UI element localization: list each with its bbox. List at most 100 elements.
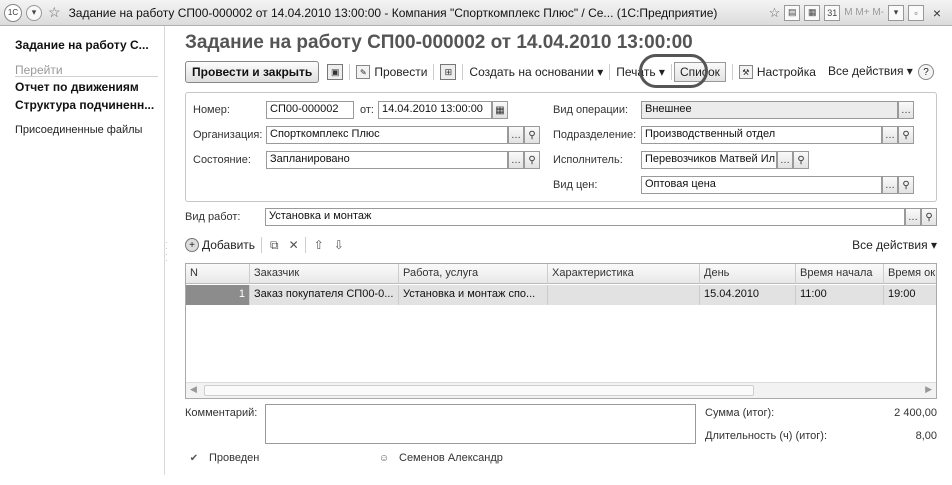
calendar-icon[interactable]: 31 [824,4,841,21]
duration-total-value: 8,00 [915,430,937,442]
cell-customer[interactable]: Заказ покупателя СП00-0... [250,285,399,305]
posting-status-label: Проведен [209,452,260,464]
operation-type-field[interactable]: Внешнее [641,101,898,119]
cell-work[interactable]: Установка и монтаж спо... [399,285,548,305]
scroll-left-icon[interactable]: ◀ [190,384,197,395]
post-icon: ✎ [356,65,371,79]
copy-row-icon[interactable]: ⧉ [270,238,279,253]
scroll-right-icon[interactable]: ▶ [925,384,932,395]
all-actions-menu[interactable]: Все действия ▾ [828,64,913,78]
document-author: ☺ Семенов Александр [377,451,503,465]
bottom-edge [0,475,952,485]
move-up-icon[interactable]: ⇧ [314,238,324,252]
save-icon[interactable]: ▣ [327,64,344,80]
nav-link-subordination[interactable]: Структура подчиненн... [15,98,154,112]
scrollbar-thumb[interactable] [204,385,754,396]
nav-link-movements-report[interactable]: Отчет по движениям [15,80,139,94]
state-field[interactable]: Запланировано [266,151,508,169]
col-header-end-time[interactable]: Время ок [884,264,936,284]
table-row[interactable]: 1 Заказ покупателя СП00-0... Установка и… [186,285,936,305]
col-header-n[interactable]: N [186,264,250,284]
print-button[interactable]: Печать ▾ [616,65,665,79]
price-type-label: Вид цен: [553,179,598,191]
document-icon[interactable]: ▤ [784,4,801,21]
list-button[interactable]: Список [673,62,726,82]
move-down-icon[interactable]: ⇩ [334,238,344,252]
department-open-icon[interactable]: ⚲ [898,126,914,144]
cell-day[interactable]: 15.04.2010 [700,285,796,305]
number-label: Номер: [193,104,230,116]
window-menu-button[interactable]: ▾ [26,4,42,21]
post-and-close-button[interactable]: Провести и закрыть [185,61,320,83]
minimize-icon[interactable]: ▾ [888,4,904,21]
department-label: Подразделение: [553,129,637,141]
panel-splitter-handle[interactable]: · · · · [165,239,169,266]
author-name: Семенов Александр [399,452,503,464]
add-favorite-icon[interactable]: ☆ [769,5,781,21]
toolbar-separator [731,64,733,80]
delete-row-icon[interactable]: ✕ [289,238,299,252]
executor-field[interactable]: Перевозчиков Матвей Ил [641,151,777,169]
structure-icon[interactable]: ⊞ [440,64,457,80]
col-header-start-time[interactable]: Время начала [796,264,884,284]
close-icon[interactable]: × [928,5,946,21]
col-header-day[interactable]: День [700,264,796,284]
toolbar-separator [349,64,351,80]
nav-current-document[interactable]: Задание на работу С... [15,38,149,52]
work-type-open-icon[interactable]: ⚲ [921,208,937,226]
table-horizontal-scrollbar[interactable]: ◀ ▶ [186,382,936,398]
work-type-select-icon[interactable]: … [905,208,921,226]
col-header-work[interactable]: Работа, услуга [399,264,548,284]
navigation-panel: Задание на работу С... Перейти Отчет по … [0,26,165,485]
date-field[interactable]: 14.04.2010 13:00:00 [378,101,492,119]
organization-field[interactable]: Спорткомплекс Плюс [266,126,508,144]
price-type-field[interactable]: Оптовая цена [641,176,882,194]
toolbar-separator [462,64,464,80]
calendar-picker-icon[interactable]: ▦ [492,101,508,119]
sum-total-label: Сумма (итог): [705,407,775,419]
work-type-field[interactable]: Установка и монтаж [265,208,905,226]
table-all-actions-menu[interactable]: Все действия ▾ [852,238,937,252]
toolbar-separator [609,64,611,80]
memory-buttons[interactable]: M M+ M- [844,7,884,18]
department-field[interactable]: Производственный отдел [641,126,882,144]
price-type-select-icon[interactable]: … [882,176,898,194]
sum-total-value: 2 400,00 [894,407,937,419]
comment-field[interactable] [265,404,696,444]
nav-link-attached-files[interactable]: Присоединенные файлы [15,124,142,136]
settings-button[interactable]: ⚒ Настройка [738,65,816,79]
document-header-group: Номер: СП00-000002 от: 14.04.2010 13:00:… [185,92,937,202]
cell-end-time[interactable]: 19:00 [884,285,936,305]
state-select-icon[interactable]: … [508,151,524,169]
toolbar-separator [261,237,263,253]
executor-select-icon[interactable]: … [777,151,793,169]
calculator-icon[interactable]: ▦ [804,4,821,21]
add-row-button[interactable]: Добавить [202,238,255,252]
create-based-on-button[interactable]: Создать на основании ▾ [469,65,603,79]
works-table[interactable]: N Заказчик Работа, услуга Характеристика… [185,263,937,399]
comment-label: Комментарий: [185,407,258,419]
state-open-icon[interactable]: ⚲ [524,151,540,169]
department-select-icon[interactable]: … [882,126,898,144]
number-field[interactable]: СП00-000002 [266,101,354,119]
executor-open-icon[interactable]: ⚲ [793,151,809,169]
help-icon[interactable]: ? [918,64,934,80]
add-icon[interactable]: + [185,238,199,252]
favorite-star-icon[interactable]: ☆ [48,4,61,21]
cell-n[interactable]: 1 [186,285,250,305]
col-header-customer[interactable]: Заказчик [250,264,399,284]
organization-label: Организация: [193,129,263,141]
app-logo-icon[interactable]: 1С [4,3,22,22]
page-title: Задание на работу СП00-000002 от 14.04.2… [185,32,693,53]
toolbar-separator [670,64,672,80]
price-type-open-icon[interactable]: ⚲ [898,176,914,194]
nav-divider [15,76,158,77]
organization-select-icon[interactable]: … [508,126,524,144]
operation-type-select-icon[interactable]: … [898,101,914,119]
post-button[interactable]: ✎ Провести [356,65,427,79]
organization-open-icon[interactable]: ⚲ [524,126,540,144]
col-header-characteristic[interactable]: Характеристика [548,264,700,284]
cell-start-time[interactable]: 11:00 [796,285,884,305]
restore-icon[interactable]: ▫ [908,4,924,21]
cell-characteristic[interactable] [548,285,700,305]
